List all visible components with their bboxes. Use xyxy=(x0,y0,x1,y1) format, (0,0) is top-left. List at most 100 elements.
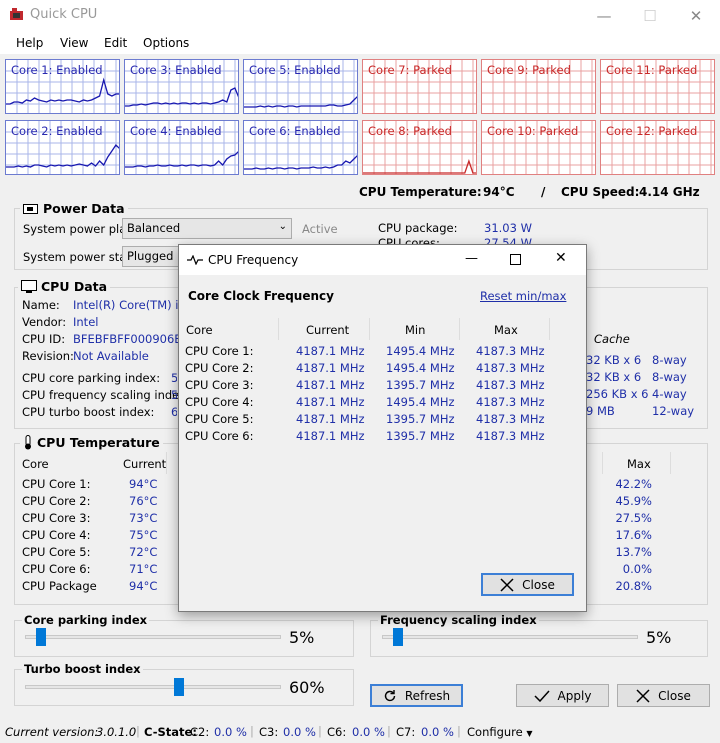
temp-col-core: Core xyxy=(22,457,49,471)
core-tile[interactable]: Core 1: Enabled xyxy=(5,59,120,114)
turbo-boost-slider[interactable] xyxy=(173,678,184,696)
core-tile[interactable]: Core 9: Parked xyxy=(481,59,596,114)
frequency-scaling-value: 5% xyxy=(646,628,672,647)
cpu-data-title: CPU Data xyxy=(18,279,111,294)
dialog-maximize-icon[interactable] xyxy=(510,254,521,265)
core-parking-slider[interactable] xyxy=(36,628,47,646)
temp-max-value: 0.0% xyxy=(622,562,652,576)
cpu-package-label: CPU package: xyxy=(378,221,458,235)
freq-core-label: CPU Core 1: xyxy=(185,344,254,358)
power-data-title-text: Power Data xyxy=(43,201,125,216)
temp-max-value: 42.2% xyxy=(615,477,652,491)
cpu-frequency-dialog: CPU Frequency — ✕ Core Clock Frequency R… xyxy=(178,244,587,612)
temp-current-value: 75°C xyxy=(129,528,158,542)
menu-view[interactable]: View xyxy=(60,36,88,50)
core-parking-title: Core parking index xyxy=(22,613,150,627)
dialog-close-button[interactable]: Close xyxy=(481,573,574,596)
core-tile[interactable]: Core 8: Parked xyxy=(362,120,477,175)
core-tile[interactable]: Core 4: Enabled xyxy=(124,120,239,175)
menu-options[interactable]: Options xyxy=(143,36,189,50)
core-tile[interactable]: Core 11: Parked xyxy=(600,59,715,114)
freq-current-value: 4187.1 MHz xyxy=(296,429,365,443)
battery-icon xyxy=(23,203,38,214)
cpu-index-label: CPU frequency scaling index: xyxy=(22,388,190,402)
core-tile-label: Core 10: Parked xyxy=(487,124,579,138)
cpu-package-value: 31.03 W xyxy=(484,221,532,235)
freq-core-label: CPU Core 4: xyxy=(185,395,254,409)
power-plan-label: System power plan: xyxy=(23,222,138,236)
cpu-temperature-title: CPU Temperature xyxy=(20,435,163,450)
temp-current-value: 76°C xyxy=(129,494,158,508)
freq-max-value: 4187.3 MHz xyxy=(476,412,545,426)
title-bar: Quick CPU — ☐ ✕ xyxy=(0,0,720,30)
refresh-button[interactable]: Refresh xyxy=(370,684,463,707)
chevron-down-icon: ⌄ xyxy=(278,221,287,232)
temp-core-label: CPU Core 6: xyxy=(22,562,91,576)
menu-help[interactable]: Help xyxy=(16,36,43,50)
cpu-index-value: 5 xyxy=(171,388,177,402)
dialog-close-icon[interactable]: ✕ xyxy=(555,250,567,266)
cache-ways: 8-way xyxy=(652,353,687,367)
temp-current-value: 71°C xyxy=(129,562,158,576)
close-label: Close xyxy=(658,688,691,703)
dialog-col-core: Core xyxy=(186,323,213,337)
version-value: 3.0.1.0 xyxy=(96,725,137,739)
configure-menu[interactable]: Configure ▼ xyxy=(467,725,533,739)
core-tile[interactable]: Core 6: Enabled xyxy=(243,120,358,175)
pulse-icon xyxy=(187,255,203,265)
c7-value: 0.0 % xyxy=(421,725,454,739)
dialog-heading: Core Clock Frequency xyxy=(188,289,334,303)
temp-core-label: CPU Core 1: xyxy=(22,477,91,491)
freq-max-value: 4187.3 MHz xyxy=(476,378,545,392)
cpu-temp-value: 94°C xyxy=(483,185,515,199)
cpu-data-title-text: CPU Data xyxy=(41,279,108,294)
dialog-col-min: Min xyxy=(405,323,426,337)
core-tile[interactable]: Core 7: Parked xyxy=(362,59,477,114)
freq-current-value: 4187.1 MHz xyxy=(296,361,365,375)
power-data-title: Power Data xyxy=(20,201,128,216)
core-tile[interactable]: Core 5: Enabled xyxy=(243,59,358,114)
maximize-icon[interactable]: ☐ xyxy=(638,7,662,25)
cpu-data-value: BFEBFBFF000906EA xyxy=(73,332,190,346)
reset-minmax-link[interactable]: Reset min/max xyxy=(480,289,566,303)
dialog-title: CPU Frequency xyxy=(208,253,299,267)
dialog-minimize-icon[interactable]: — xyxy=(465,251,478,266)
monitor-icon xyxy=(21,279,37,293)
close-button[interactable]: Close xyxy=(617,684,710,707)
core-tile-label: Core 4: Enabled xyxy=(130,124,222,138)
core-tile[interactable]: Core 3: Enabled xyxy=(124,59,239,114)
power-plan-select[interactable]: Balanced ⌄ xyxy=(122,218,292,239)
power-plan-status: Active xyxy=(302,222,338,236)
cache-size: 32 KB x 6 xyxy=(586,353,642,367)
temp-core-label: CPU Core 3: xyxy=(22,511,91,525)
frequency-scaling-slider[interactable] xyxy=(393,628,404,646)
core-tile[interactable]: Core 2: Enabled xyxy=(5,120,120,175)
core-tile[interactable]: Core 10: Parked xyxy=(481,120,596,175)
configure-label: Configure xyxy=(467,725,523,739)
app-icon xyxy=(10,8,23,20)
minimize-icon[interactable]: — xyxy=(592,7,616,25)
cpu-index-label: CPU turbo boost index: xyxy=(22,405,155,419)
temp-core-label: CPU Package xyxy=(22,579,97,593)
c7-label: C7: xyxy=(396,725,416,739)
freq-max-value: 4187.3 MHz xyxy=(476,361,545,375)
core-tile[interactable]: Core 12: Parked xyxy=(600,120,715,175)
core-parking-track[interactable] xyxy=(25,635,281,639)
freq-current-value: 4187.1 MHz xyxy=(296,344,365,358)
apply-button[interactable]: Apply xyxy=(516,684,609,707)
temp-current-value: 94°C xyxy=(129,477,158,491)
freq-min-value: 1495.4 MHz xyxy=(386,344,455,358)
freq-min-value: 1395.7 MHz xyxy=(386,429,455,443)
menu-edit[interactable]: Edit xyxy=(104,36,127,50)
cstate-label: C-State: xyxy=(144,725,197,739)
cpu-speed-label: CPU Speed: xyxy=(561,185,640,199)
cache-size: 9 MB xyxy=(586,404,615,418)
freq-core-label: CPU Core 2: xyxy=(185,361,254,375)
frequency-scaling-track[interactable] xyxy=(382,635,638,639)
close-icon[interactable]: ✕ xyxy=(684,7,708,25)
c3-label: C3: xyxy=(259,725,279,739)
core-parking-value: 5% xyxy=(289,628,315,647)
temp-col-current: Current xyxy=(123,457,167,471)
turbo-boost-track[interactable] xyxy=(25,685,281,689)
freq-max-value: 4187.3 MHz xyxy=(476,344,545,358)
